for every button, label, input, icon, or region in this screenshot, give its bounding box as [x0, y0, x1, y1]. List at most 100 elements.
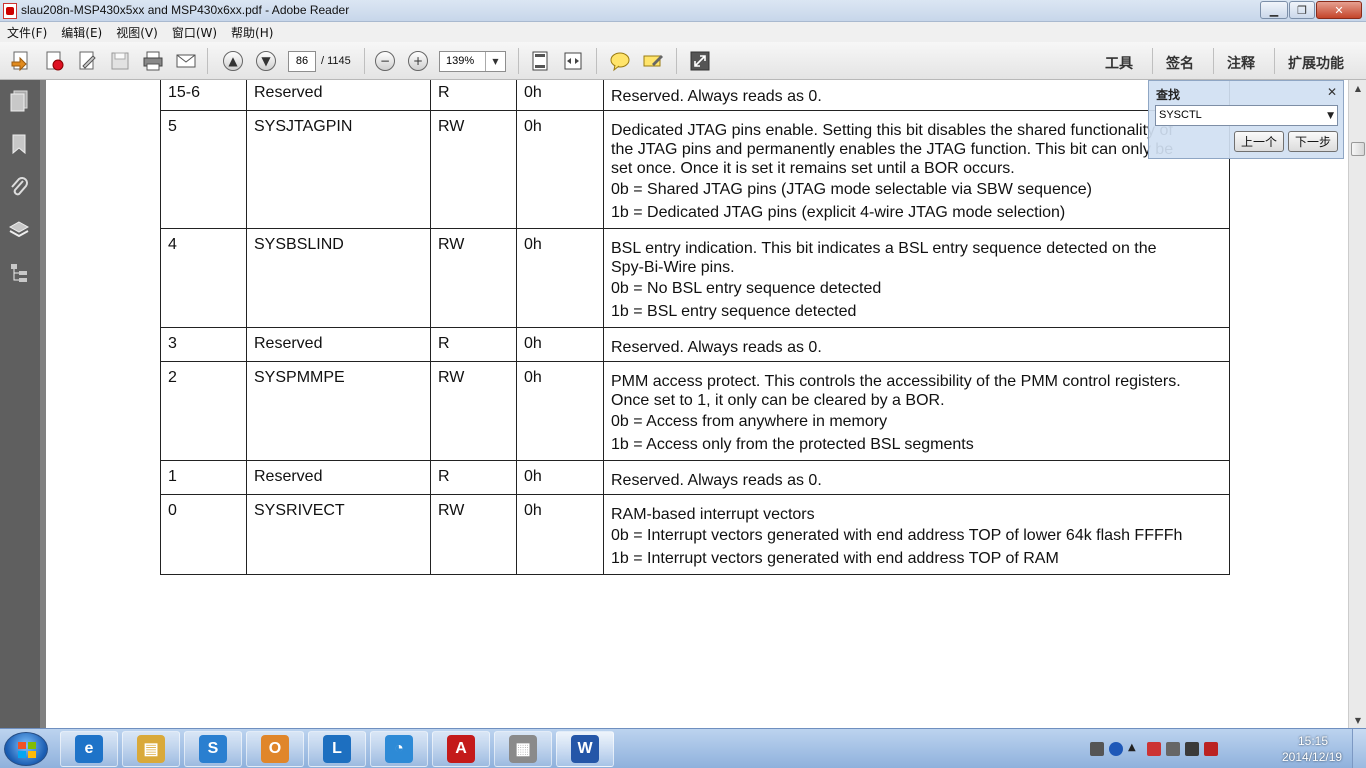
description-line: Reserved. Always reads as 0. — [611, 88, 822, 105]
keyboard-icon[interactable] — [1090, 742, 1104, 756]
menu-help[interactable]: 帮助(H) — [231, 24, 273, 41]
bit-cell: 15-6 — [160, 80, 247, 111]
email-icon[interactable] — [175, 50, 197, 72]
highlight-icon[interactable] — [642, 50, 664, 72]
start-button[interactable] — [4, 732, 48, 766]
taskbar-app-ie[interactable]: e — [60, 731, 118, 767]
adobe-reader-app-icon[interactable] — [3, 3, 17, 19]
expand-icon[interactable] — [689, 50, 711, 72]
content-tree-icon[interactable] — [9, 262, 29, 282]
help-icon[interactable] — [1109, 742, 1123, 756]
find-query: SYSCTL — [1159, 109, 1202, 121]
volume-icon[interactable] — [1204, 742, 1218, 756]
save-icon[interactable] — [109, 50, 131, 72]
clock-time[interactable]: 15:15 — [1298, 734, 1328, 748]
field-cell: SYSJTAGPIN — [246, 110, 431, 229]
menu-bar: 文件(F) 编辑(E) 视图(V) 窗口(W) 帮助(H) — [0, 22, 1366, 42]
description-line: Dedicated JTAG pins enable. Setting this… — [611, 122, 1173, 139]
type-cell: R — [430, 80, 517, 111]
find-previous-button[interactable]: 上一个 — [1234, 131, 1284, 152]
edit-pdf-icon[interactable] — [43, 50, 65, 72]
fit-page-icon[interactable] — [529, 50, 551, 72]
zoom-select[interactable]: 139% ▼ — [439, 51, 506, 72]
taskbar: e ▤ S O L ◔ A ▦ W ▲ 15:15 2014/12/19 — [0, 728, 1366, 768]
tab-sign[interactable]: 签名 — [1166, 53, 1194, 73]
chevron-up-icon[interactable]: ▲ — [1128, 742, 1142, 756]
description-cell: BSL entry indication. This bit indicates… — [603, 228, 1230, 328]
type-cell: RW — [430, 494, 517, 575]
explorer-icon: ▤ — [137, 735, 165, 763]
field-cell: Reserved — [246, 80, 431, 111]
find-input[interactable]: SYSCTL ▼ — [1155, 105, 1338, 126]
reset-cell: 0h — [516, 228, 604, 328]
signal-icon[interactable] — [1185, 742, 1199, 756]
description-line: Once set to 1, it only can be cleared by… — [611, 392, 945, 409]
description-option: 0b = Interrupt vectors generated with en… — [611, 527, 1183, 544]
minimize-button[interactable]: ▁ — [1260, 1, 1288, 19]
close-button[interactable]: ✕ — [1316, 1, 1362, 19]
menu-file[interactable]: 文件(F) — [7, 24, 47, 41]
scrollbar-thumb[interactable] — [1351, 142, 1365, 156]
show-desktop-button[interactable] — [1352, 729, 1366, 768]
bookmark-icon[interactable] — [9, 133, 29, 155]
page-number-input[interactable]: 86 — [288, 51, 316, 72]
field-cell: SYSRIVECT — [246, 494, 431, 575]
print-icon[interactable] — [142, 50, 164, 72]
comment-icon[interactable] — [609, 50, 631, 72]
menu-window[interactable]: 窗口(W) — [172, 24, 217, 41]
type-cell: R — [430, 460, 517, 495]
field-cell: Reserved — [246, 327, 431, 362]
vertical-scrollbar[interactable]: ▲ ▼ — [1348, 80, 1366, 728]
attachment-icon[interactable] — [9, 176, 29, 196]
scroll-up-icon[interactable]: ▲ — [1349, 80, 1366, 96]
menu-edit[interactable]: 编辑(E) — [61, 24, 102, 41]
scroll-down-icon[interactable]: ▼ — [1349, 712, 1366, 728]
tab-tools[interactable]: 工具 — [1105, 53, 1133, 73]
chevron-down-icon[interactable]: ▼ — [485, 52, 505, 71]
previous-page-icon[interactable]: ▲ — [222, 50, 244, 72]
find-next-button[interactable]: 下一步 — [1288, 131, 1338, 152]
description-option: 0b = Shared JTAG pins (JTAG mode selecta… — [611, 181, 1092, 198]
clock-date[interactable]: 2014/12/19 — [1282, 750, 1342, 764]
zoom-in-icon[interactable]: + — [407, 50, 429, 72]
taskbar-app-sogou[interactable]: S — [184, 731, 242, 767]
reset-cell: 0h — [516, 460, 604, 495]
table-row: 2 SYSPMMPE RW 0h PMM access protect. This co… — [160, 361, 1230, 461]
fill-sign-icon[interactable] — [76, 50, 98, 72]
taskbar-app-explorer[interactable]: ▤ — [122, 731, 180, 767]
create-pdf-icon[interactable] — [10, 50, 32, 72]
bit-cell: 4 — [160, 228, 247, 328]
description-line: the JTAG pins and permanently enables th… — [611, 141, 1174, 158]
find-panel-title: 查找 — [1156, 88, 1181, 102]
vmware-icon: ▦ — [509, 735, 537, 763]
pdf-page[interactable]: 15-6 Reserved R 0h Reserved. Always reads as… — [46, 80, 1348, 728]
description-line: Reserved. Always reads as 0. — [611, 472, 822, 489]
taskbar-app-vmware[interactable]: ▦ — [494, 731, 552, 767]
taskbar-app-maxthon[interactable]: ◔ — [370, 731, 428, 767]
table-row: 4 SYSBSLIND RW 0h BSL entry indication. This… — [160, 228, 1230, 328]
maximize-button[interactable]: ❐ — [1289, 1, 1315, 19]
field-cell: Reserved — [246, 460, 431, 495]
chevron-down-icon[interactable]: ▼ — [1327, 111, 1334, 121]
menu-view[interactable]: 视图(V) — [116, 24, 158, 41]
next-page-icon[interactable]: ▼ — [255, 50, 277, 72]
find-panel: 查找 ✕ SYSCTL ▼ 上一个 下一步 — [1148, 80, 1344, 159]
close-icon[interactable]: ✕ — [1327, 85, 1337, 99]
tab-extended[interactable]: 扩展功能 — [1288, 53, 1344, 73]
toolbar: ▲ ▼ 86 / 1145 − + 139% ▼ 工具 签名 注释 扩展功能 — [0, 42, 1366, 80]
page-thumbnails-icon[interactable] — [9, 90, 29, 112]
taskbar-app-outlook[interactable]: O — [246, 731, 304, 767]
layers-icon[interactable] — [8, 219, 30, 239]
description-line: BSL entry indication. This bit indicates… — [611, 240, 1157, 257]
taskbar-app-adobe-reader[interactable]: A — [432, 731, 490, 767]
bit-cell: 3 — [160, 327, 247, 362]
reset-cell: 0h — [516, 80, 604, 111]
taskbar-app-lync[interactable]: L — [308, 731, 366, 767]
zoom-out-icon[interactable]: − — [374, 50, 396, 72]
usb-icon[interactable] — [1166, 742, 1180, 756]
description-line: Reserved. Always reads as 0. — [611, 339, 822, 356]
tab-comment[interactable]: 注释 — [1227, 53, 1255, 73]
fit-width-icon[interactable] — [562, 50, 584, 72]
network-icon[interactable] — [1147, 742, 1161, 756]
taskbar-app-word[interactable]: W — [556, 731, 614, 767]
